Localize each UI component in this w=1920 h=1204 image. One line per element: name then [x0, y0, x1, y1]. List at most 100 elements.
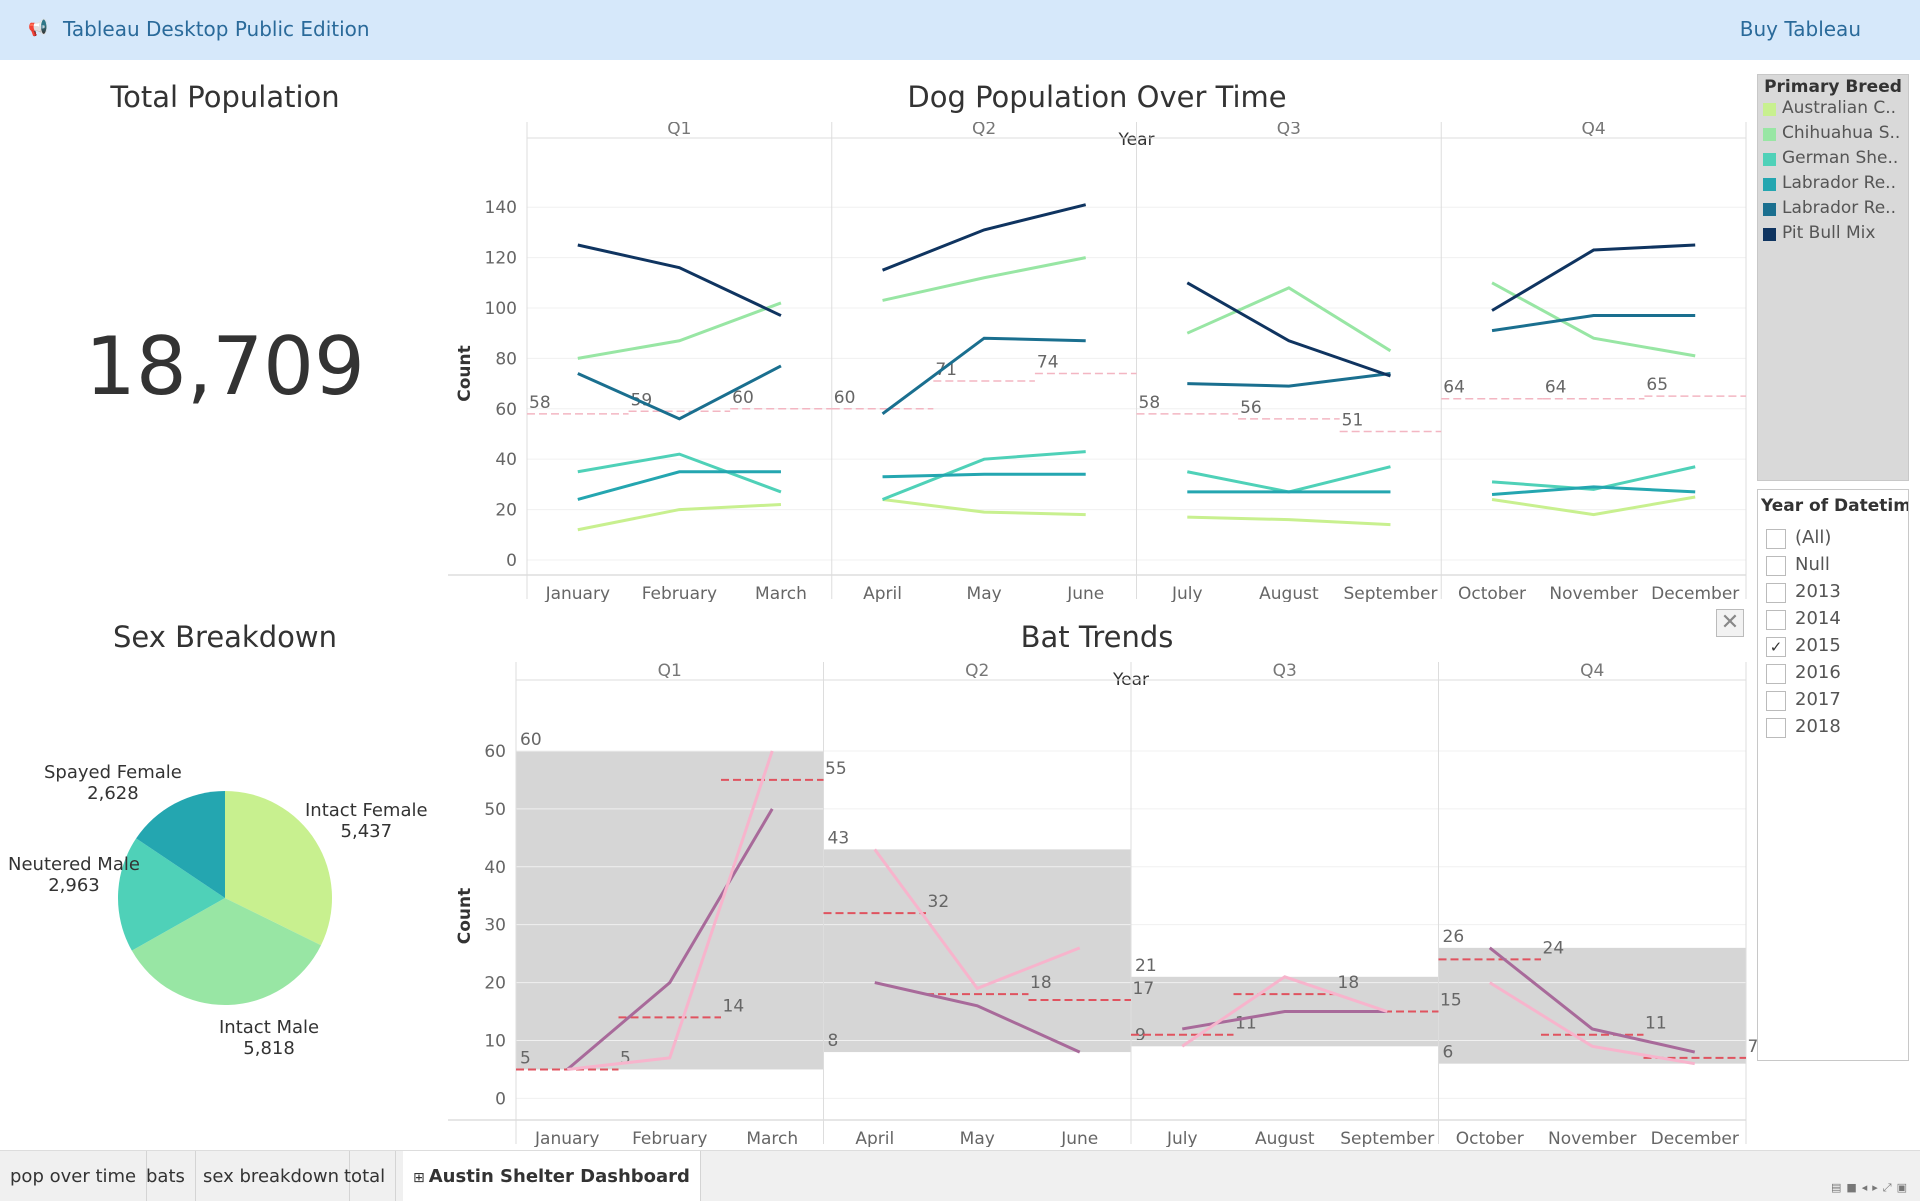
reference-label: 5: [620, 1048, 631, 1068]
year-filter[interactable]: Year of Datetim.. (All) Null 2013 2014 ✓ 2015…: [1757, 489, 1909, 1061]
reference-label: 55: [825, 759, 847, 779]
checkbox[interactable]: [1766, 664, 1786, 684]
sheet-tab[interactable]: total: [334, 1151, 397, 1201]
x-tick-label: April: [863, 584, 902, 602]
legend-swatch: [1763, 128, 1776, 141]
x-tick-label: May: [967, 584, 1002, 602]
y-tick-label: 40: [495, 450, 517, 470]
checkbox[interactable]: [1766, 583, 1786, 603]
quarter-label: Q4: [1580, 662, 1604, 681]
reference-label: 18: [1030, 973, 1052, 993]
y-axis-label: Count: [455, 888, 475, 945]
x-tick-label: March: [746, 1129, 798, 1147]
reference-label: 58: [1139, 393, 1161, 413]
filter-option-label: 2014: [1795, 608, 1841, 629]
quarter-label: Q3: [1277, 122, 1301, 139]
reference-label: 56: [1240, 398, 1262, 418]
buy-tableau-link[interactable]: Buy Tableau: [1740, 17, 1861, 41]
legend-label: Labrador Re..: [1782, 198, 1896, 218]
reference-label: 18: [1338, 973, 1360, 993]
series-line: [1491, 314, 1696, 333]
legend-label: Labrador Re..: [1782, 173, 1896, 193]
legend-item[interactable]: Australian C..: [1758, 97, 1908, 122]
y-tick-label: 40: [484, 858, 506, 878]
filter-option-label: 2018: [1795, 716, 1841, 737]
band-max-label: 21: [1135, 956, 1157, 976]
quarter-label: Q1: [658, 662, 682, 681]
checkbox[interactable]: ✓: [1766, 637, 1786, 657]
sheet-tab-label: sex breakdown: [203, 1166, 340, 1187]
y-tick-label: 0: [495, 1089, 506, 1109]
legend-swatch: [1763, 178, 1776, 191]
series-line: [882, 497, 1086, 517]
filter-option-label: Null: [1795, 554, 1830, 575]
checkbox[interactable]: [1766, 610, 1786, 630]
top-bar: 📢 Tableau Desktop Public Edition Buy Tab…: [0, 0, 1920, 60]
series-line: [881, 203, 1087, 272]
y-tick-label: 0: [506, 551, 517, 571]
sheet-navigation-icons[interactable]: ▤■◂▸⤢▣: [1831, 1181, 1912, 1195]
x-tick-label: November: [1549, 584, 1637, 602]
x-tick-label: December: [1651, 584, 1739, 602]
checkbox[interactable]: [1766, 718, 1786, 738]
legend-label: Australian C..: [1782, 98, 1897, 118]
pie-label-value: 5,818: [243, 1038, 295, 1059]
legend-swatch: [1763, 203, 1776, 216]
sheet-tab[interactable]: ⊞ Austin Shelter Dashboard: [403, 1151, 701, 1201]
legend-item[interactable]: Pit Bull Mix: [1758, 222, 1908, 247]
close-icon[interactable]: ✕: [1716, 609, 1744, 637]
x-tick-label: August: [1255, 1129, 1315, 1147]
dog-chart-title: Dog Population Over Time: [907, 80, 1287, 114]
sheet-tab[interactable]: sex breakdown: [193, 1151, 351, 1201]
y-tick-label: 30: [484, 916, 506, 936]
checkbox[interactable]: [1766, 691, 1786, 711]
series-line: [882, 256, 1087, 302]
series-line: [1186, 281, 1391, 378]
filter-title: Year of Datetim..: [1761, 496, 1908, 516]
x-tick-label: February: [642, 584, 717, 602]
legend-item[interactable]: Chihuahua S..: [1758, 122, 1908, 147]
primary-breed-legend[interactable]: Primary Breed Australian C.. Chihuahua S.…: [1757, 74, 1909, 481]
quarter-label: Q4: [1582, 122, 1606, 139]
filter-option-label: (All): [1795, 527, 1832, 548]
tableau-logo-icon: 📢: [28, 18, 48, 37]
sheet-tab-label: bats: [146, 1166, 185, 1187]
band-max-label: 60: [520, 730, 542, 750]
band-max-label: 43: [828, 828, 850, 848]
pie-label-name: Intact Male: [219, 1017, 320, 1038]
series-line: [881, 336, 1086, 416]
pie-label-intact-male: Intact Male 5,818: [219, 1017, 319, 1059]
reference-label: 65: [1646, 375, 1668, 395]
checkbox[interactable]: [1766, 529, 1786, 549]
series-line: [1186, 465, 1391, 494]
x-tick-label: March: [755, 584, 807, 602]
pie-label-value: 2,963: [48, 875, 100, 896]
band-min-label: 5: [520, 1048, 531, 1068]
sheet-tab[interactable]: pop over time: [0, 1151, 148, 1201]
legend-title: Primary Breed: [1764, 77, 1902, 97]
checkbox[interactable]: [1766, 556, 1786, 576]
total-population-value: 18,709: [85, 320, 365, 413]
reference-label: 11: [1645, 1014, 1667, 1034]
sheet-tab[interactable]: bats: [136, 1151, 196, 1201]
x-tick-label: January: [534, 1129, 599, 1147]
band-max-label: 26: [1443, 927, 1465, 947]
series-line: [882, 472, 1086, 479]
reference-label: 71: [935, 360, 957, 380]
series-line: [1187, 372, 1391, 388]
legend-item[interactable]: Labrador Re..: [1758, 172, 1908, 197]
dog-population-chart: YearQ1 Q2 Q3 Q4020406080100120140Count58 59 6…: [448, 122, 1747, 602]
legend-swatch: [1763, 103, 1776, 116]
legend-item[interactable]: German She..: [1758, 147, 1908, 172]
bat-chart-title: Bat Trends: [1020, 620, 1174, 654]
reference-label: 58: [529, 393, 551, 413]
x-tick-label: September: [1343, 584, 1437, 602]
filter-option-label: 2015: [1795, 635, 1841, 656]
reference-label: 15: [1440, 991, 1462, 1011]
y-tick-label: 100: [485, 299, 517, 319]
series-line: [577, 470, 781, 501]
pie-label-value: 2,628: [87, 783, 139, 804]
legend-item[interactable]: Labrador Re..: [1758, 197, 1908, 222]
band-min-label: 8: [828, 1031, 839, 1051]
series-line: [1491, 495, 1696, 517]
